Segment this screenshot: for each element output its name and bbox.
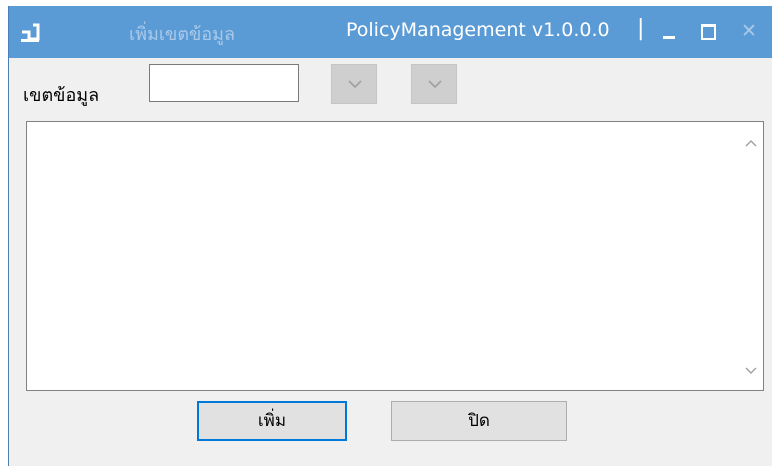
chevron-down-icon <box>348 80 362 89</box>
scroll-up-icon[interactable] <box>745 138 757 148</box>
maximize-button[interactable] <box>694 18 722 44</box>
minimize-button[interactable] <box>655 18 683 44</box>
title-bar[interactable]: เพิ่มเขตข้อมูล PolicyManagement v1.0.0.0… <box>9 6 772 58</box>
title-separator: | <box>637 16 645 41</box>
field-list[interactable] <box>26 121 764 391</box>
close-window-button[interactable]: ✕ <box>735 18 763 44</box>
minimize-icon <box>663 36 675 39</box>
dropdown-1[interactable] <box>331 64 377 104</box>
close-button[interactable]: ปิด <box>391 401 567 441</box>
app-name-version: PolicyManagement v1.0.0.0 <box>346 19 610 41</box>
dialog-window: เพิ่มเขตข้อมูล PolicyManagement v1.0.0.0… <box>8 6 772 466</box>
add-button[interactable]: เพิ่ม <box>197 401 347 441</box>
dropdown-2[interactable] <box>411 64 457 104</box>
close-icon: ✕ <box>741 20 757 42</box>
window-title: เพิ่มเขตข้อมูล <box>129 24 236 45</box>
vertical-scrollbar[interactable] <box>739 122 763 390</box>
chevron-down-icon <box>428 80 442 89</box>
field-label: เขตข้อมูล <box>23 85 100 106</box>
app-icon <box>19 20 41 42</box>
scroll-down-icon[interactable] <box>745 366 757 376</box>
maximize-icon <box>701 24 716 40</box>
field-name-input[interactable] <box>149 64 299 102</box>
